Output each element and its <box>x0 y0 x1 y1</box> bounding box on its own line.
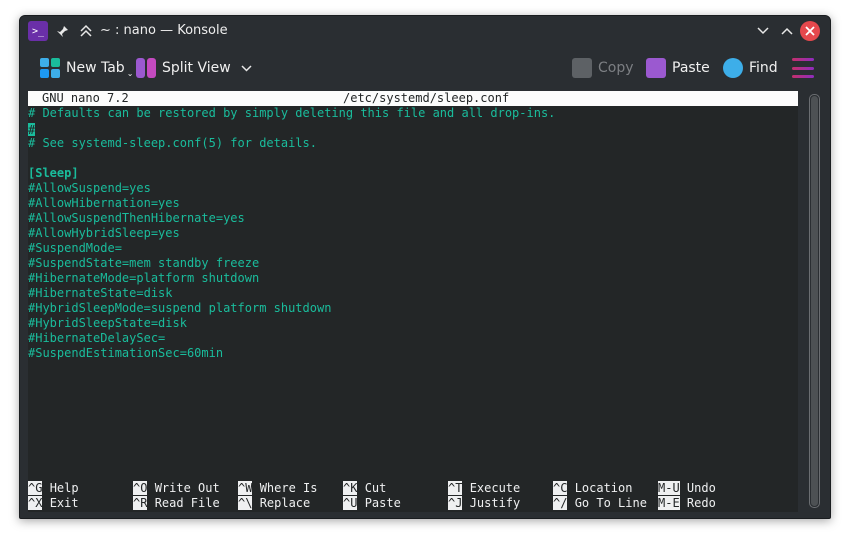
find-icon <box>723 58 743 78</box>
new-tab-button[interactable]: New Tab ⌄ <box>40 56 133 80</box>
shortcut-write-out[interactable]: ^O Write Out <box>133 481 220 496</box>
new-tab-label: New Tab <box>66 60 125 76</box>
editor-line[interactable]: #AllowSuspend=yes <box>28 181 151 196</box>
editor-line[interactable]: #HibernateDelaySec= <box>28 331 165 346</box>
editor-line[interactable]: #AllowHybridSleep=yes <box>28 226 180 241</box>
close-button[interactable] <box>800 21 820 41</box>
editor-line[interactable]: #AllowSuspendThenHibernate=yes <box>28 211 245 226</box>
scrollbar[interactable] <box>809 94 820 508</box>
split-view-chevron-icon[interactable] <box>241 60 252 76</box>
editor-line[interactable]: # Defaults can be restored by simply del… <box>28 106 555 121</box>
text-cursor: # <box>28 123 36 137</box>
paste-button[interactable]: Paste <box>646 56 710 80</box>
copy-button[interactable]: Copy <box>572 56 634 80</box>
editor-line[interactable]: #HybridSleepState=disk <box>28 316 187 331</box>
shortcut-location[interactable]: ^C Location <box>553 481 632 496</box>
nano-version: GNU nano 7.2 <box>42 91 129 105</box>
title-bar[interactable]: >_ ~ : nano — Konsole <box>20 16 830 46</box>
editor-line-section[interactable]: [Sleep] <box>28 166 79 181</box>
terminal-view[interactable]: GNU nano 7.2/etc/systemd/sleep.conf # De… <box>28 91 798 512</box>
shortcut-where-is[interactable]: ^W Where Is <box>238 481 317 496</box>
new-tab-dropdown-icon[interactable]: ⌄ <box>127 69 134 78</box>
copy-icon <box>572 58 592 78</box>
shortcut-execute[interactable]: ^T Execute <box>448 481 520 496</box>
pin-icon[interactable] <box>54 22 70 40</box>
editor-line[interactable]: #HibernateMode=platform shutdown <box>28 271 259 286</box>
toolbar: New Tab ⌄ Split View Copy Paste Find <box>20 46 830 90</box>
split-view-button[interactable]: Split View <box>136 56 252 80</box>
copy-label: Copy <box>598 60 634 76</box>
minimize-button[interactable] <box>754 22 772 40</box>
hamburger-menu-icon[interactable] <box>792 58 814 78</box>
keep-above-icon[interactable] <box>78 22 94 40</box>
shortcut-read-file[interactable]: ^R Read File <box>133 496 220 511</box>
split-view-label: Split View <box>162 60 231 76</box>
editor-line[interactable]: #SuspendMode= <box>28 241 122 256</box>
shortcut-replace[interactable]: ^\ Replace <box>238 496 310 511</box>
shortcut-cut[interactable]: ^K Cut <box>343 481 386 496</box>
split-view-icon <box>136 58 156 78</box>
shortcut-undo[interactable]: M-U Undo <box>658 481 716 496</box>
window-title: ~ : nano — Konsole <box>100 23 228 38</box>
editor-line[interactable]: #AllowHibernation=yes <box>28 196 180 211</box>
editor-line[interactable]: #HibernateState=disk <box>28 286 173 301</box>
shortcut-justify[interactable]: ^J Justify <box>448 496 520 511</box>
scrollbar-thumb[interactable] <box>811 96 818 506</box>
shortcut-go-to-line[interactable]: ^/ Go To Line <box>553 496 647 511</box>
konsole-app-icon[interactable]: >_ <box>28 21 48 41</box>
shortcut-exit[interactable]: ^X Exit <box>28 496 79 511</box>
editor-line[interactable]: #SuspendState=mem standby freeze <box>28 256 259 271</box>
shortcut-help[interactable]: ^G Help <box>28 481 79 496</box>
shortcut-row-1: ^G Help ^O Write Out ^W Where Is ^K Cut … <box>28 481 716 496</box>
shortcut-row-2: ^X Exit ^R Read File ^\ Replace ^U Paste… <box>28 496 716 511</box>
paste-icon <box>646 58 666 78</box>
editor-line-cursor[interactable]: # <box>28 121 36 137</box>
editor-line[interactable]: # See systemd-sleep.conf(5) for details. <box>28 136 317 151</box>
konsole-window: >_ ~ : nano — Konsole New Tab ⌄ Split Vi… <box>19 15 831 519</box>
find-button[interactable]: Find <box>723 56 778 80</box>
editor-line[interactable]: #HybridSleepMode=suspend platform shutdo… <box>28 301 331 316</box>
new-tab-icon <box>40 58 60 78</box>
find-label: Find <box>749 60 778 76</box>
nano-filename: /etc/systemd/sleep.conf <box>343 91 510 105</box>
paste-label: Paste <box>672 60 710 76</box>
shortcut-redo[interactable]: M-E Redo <box>658 496 716 511</box>
shortcut-paste[interactable]: ^U Paste <box>343 496 401 511</box>
maximize-button[interactable] <box>778 22 796 40</box>
nano-header: GNU nano 7.2/etc/systemd/sleep.conf <box>28 91 798 106</box>
editor-line[interactable]: #SuspendEstimationSec=60min <box>28 346 223 361</box>
